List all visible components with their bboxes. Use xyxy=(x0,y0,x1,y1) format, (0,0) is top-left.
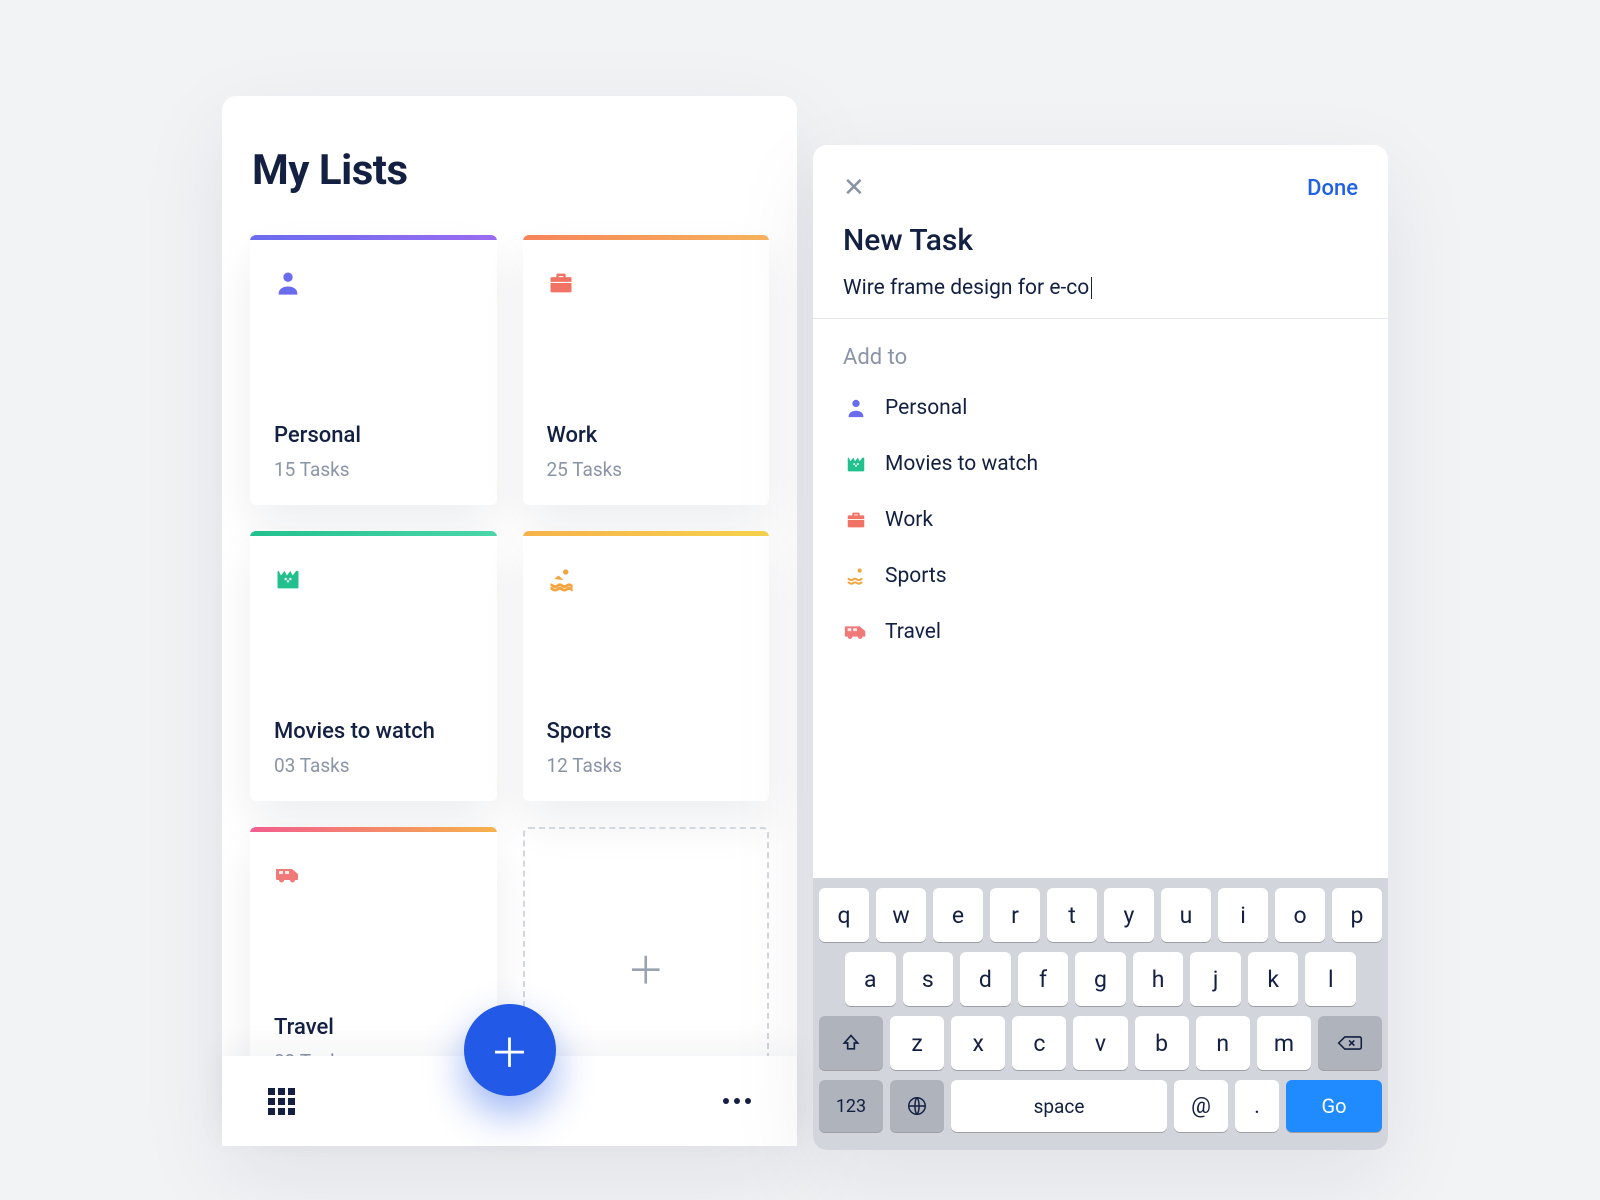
text-caret xyxy=(1091,277,1092,299)
card-count: 03 Tasks xyxy=(274,754,473,777)
globe-key[interactable] xyxy=(890,1080,944,1132)
key-j[interactable]: j xyxy=(1190,952,1241,1006)
input-value: Wire frame design for e-co xyxy=(843,276,1089,300)
option-work[interactable]: Work xyxy=(843,492,1358,548)
key-t[interactable]: t xyxy=(1047,888,1097,942)
key-w[interactable]: w xyxy=(876,888,926,942)
key-z[interactable]: z xyxy=(890,1016,944,1070)
card-accent xyxy=(523,531,770,536)
card-label: Personal xyxy=(274,423,473,448)
option-personal[interactable]: Personal xyxy=(843,380,1358,436)
swimmer-icon xyxy=(843,565,869,587)
plus-icon: ＋ xyxy=(490,1021,530,1079)
briefcase-icon xyxy=(547,269,575,297)
key-v[interactable]: v xyxy=(1073,1016,1127,1070)
new-task-screen: ✕ Done New Task Wire frame design for e-… xyxy=(813,145,1388,1150)
close-icon[interactable]: ✕ xyxy=(843,173,865,203)
option-movies[interactable]: Movies to watch xyxy=(843,436,1358,492)
key-e[interactable]: e xyxy=(933,888,983,942)
key-n[interactable]: n xyxy=(1196,1016,1250,1070)
key-y[interactable]: y xyxy=(1104,888,1154,942)
go-key[interactable]: Go xyxy=(1286,1080,1382,1132)
van-icon xyxy=(274,861,302,889)
person-icon xyxy=(274,269,302,297)
space-key[interactable]: space xyxy=(951,1080,1167,1132)
key-m[interactable]: m xyxy=(1257,1016,1311,1070)
key-d[interactable]: d xyxy=(960,952,1011,1006)
key-k[interactable]: k xyxy=(1248,952,1299,1006)
keyboard-row: asdfghjkl xyxy=(819,952,1382,1006)
card-label: Movies to watch xyxy=(274,719,473,744)
keyboard-row: 123 space @ . Go xyxy=(819,1080,1382,1132)
globe-icon xyxy=(906,1095,928,1117)
van-icon xyxy=(843,621,869,643)
key-g[interactable]: g xyxy=(1075,952,1126,1006)
option-label: Work xyxy=(885,508,933,532)
key-s[interactable]: s xyxy=(903,952,954,1006)
key-a[interactable]: a xyxy=(845,952,896,1006)
key-x[interactable]: x xyxy=(951,1016,1005,1070)
shift-key[interactable] xyxy=(819,1016,883,1070)
list-card-sports[interactable]: Sports 12 Tasks xyxy=(523,531,770,801)
option-label: Personal xyxy=(885,396,967,420)
task-title-input[interactable]: Wire frame design for e-co xyxy=(813,276,1388,319)
add-to-options: Personal Movies to watch Work Sports Tra… xyxy=(813,380,1388,660)
card-label: Sports xyxy=(547,719,746,744)
key-b[interactable]: b xyxy=(1135,1016,1189,1070)
key-c[interactable]: c xyxy=(1012,1016,1066,1070)
card-count: 12 Tasks xyxy=(547,754,746,777)
swimmer-icon xyxy=(547,565,575,593)
key-o[interactable]: o xyxy=(1275,888,1325,942)
card-accent xyxy=(523,235,770,240)
numbers-key[interactable]: 123 xyxy=(819,1080,883,1132)
lists-grid: Personal 15 Tasks Work 25 Tasks Movies t… xyxy=(250,235,769,1097)
modal-title: New Task xyxy=(813,211,1388,276)
card-accent xyxy=(250,531,497,536)
card-count: 25 Tasks xyxy=(547,458,746,481)
list-card-work[interactable]: Work 25 Tasks xyxy=(523,235,770,505)
modal-header: ✕ Done xyxy=(813,145,1388,211)
card-label: Work xyxy=(547,423,746,448)
grid-view-icon[interactable] xyxy=(268,1088,295,1115)
add-to-label: Add to xyxy=(813,319,1388,380)
card-accent xyxy=(250,235,497,240)
option-travel[interactable]: Travel xyxy=(843,604,1358,660)
card-label: Travel xyxy=(274,1015,473,1040)
movie-icon xyxy=(274,565,302,593)
person-icon xyxy=(843,397,869,419)
more-icon[interactable] xyxy=(723,1098,751,1104)
list-card-personal[interactable]: Personal 15 Tasks xyxy=(250,235,497,505)
add-task-fab[interactable]: ＋ xyxy=(464,1004,556,1096)
key-q[interactable]: q xyxy=(819,888,869,942)
shift-icon xyxy=(841,1033,861,1053)
briefcase-icon xyxy=(843,509,869,531)
key-l[interactable]: l xyxy=(1305,952,1356,1006)
option-label: Travel xyxy=(885,620,941,644)
key-i[interactable]: i xyxy=(1218,888,1268,942)
keyboard-row: qwertyuiop xyxy=(819,888,1382,942)
backspace-key[interactable] xyxy=(1318,1016,1382,1070)
key-h[interactable]: h xyxy=(1133,952,1184,1006)
card-accent xyxy=(250,827,497,832)
key-f[interactable]: f xyxy=(1018,952,1069,1006)
option-label: Sports xyxy=(885,564,947,588)
page-title: My Lists xyxy=(252,146,769,195)
at-key[interactable]: @ xyxy=(1174,1080,1228,1132)
list-card-movies[interactable]: Movies to watch 03 Tasks xyxy=(250,531,497,801)
backspace-icon xyxy=(1337,1033,1363,1053)
option-sports[interactable]: Sports xyxy=(843,548,1358,604)
keyboard-row: zxcvbnm xyxy=(819,1016,1382,1070)
movie-icon xyxy=(843,453,869,475)
key-p[interactable]: p xyxy=(1332,888,1382,942)
done-button[interactable]: Done xyxy=(1307,176,1358,201)
onscreen-keyboard: qwertyuiop asdfghjkl zxcvbnm 123 space @… xyxy=(813,878,1388,1150)
dot-key[interactable]: . xyxy=(1235,1080,1279,1132)
option-label: Movies to watch xyxy=(885,452,1038,476)
my-lists-screen: My Lists Personal 15 Tasks Work 25 Tasks… xyxy=(222,96,797,1146)
key-r[interactable]: r xyxy=(990,888,1040,942)
card-count: 15 Tasks xyxy=(274,458,473,481)
plus-icon: ＋ xyxy=(627,940,665,995)
key-u[interactable]: u xyxy=(1161,888,1211,942)
